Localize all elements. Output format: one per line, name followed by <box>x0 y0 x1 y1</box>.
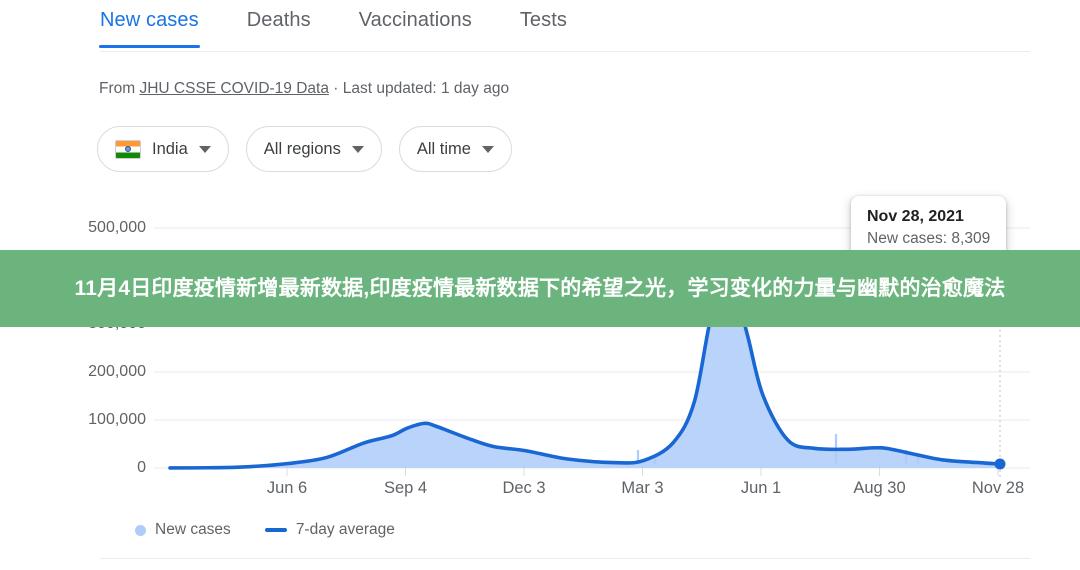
x-axis-tick-label: Jun 1 <box>741 479 781 498</box>
y-axis-tick-label: 500,000 <box>0 219 146 237</box>
y-axis-tick-label: 0 <box>0 459 146 477</box>
x-axis-tick-label: Nov 28 <box>972 479 1024 498</box>
tab-new-cases[interactable]: New cases <box>100 0 199 32</box>
chevron-down-icon <box>482 146 494 153</box>
metric-tabs: New cases Deaths Vaccinations Tests <box>100 0 1030 56</box>
tab-vaccinations[interactable]: Vaccinations <box>359 0 472 32</box>
legend-label-7-day-average: 7-day average <box>296 521 395 539</box>
tab-tests-label: Tests <box>520 9 567 31</box>
tabs-divider <box>100 51 1030 52</box>
x-axis-tick-label: Jun 6 <box>267 479 307 498</box>
chart-legend: New cases 7-day average <box>135 521 395 539</box>
x-axis-tick-label: Sep 4 <box>384 479 427 498</box>
filter-chips: India All regions All time <box>97 126 512 172</box>
y-axis-tick-label: 100,000 <box>0 411 146 429</box>
legend-item-new-cases[interactable]: New cases <box>135 521 231 539</box>
country-filter-chip[interactable]: India <box>97 126 229 172</box>
legend-line-icon <box>265 528 287 532</box>
source-link[interactable]: JHU CSSE COVID-19 Data <box>139 80 329 97</box>
time-filter-chip[interactable]: All time <box>399 126 512 172</box>
tab-new-cases-label: New cases <box>100 9 199 31</box>
x-axis-tick-label: Aug 30 <box>853 479 905 498</box>
tooltip-date: Nov 28, 2021 <box>867 208 990 226</box>
x-axis-tick-label: Mar 3 <box>621 479 663 498</box>
overlay-banner: 11月4日印度疫情新增最新数据,印度疫情最新数据下的希望之光，学习变化的力量与幽… <box>0 250 1080 327</box>
chevron-down-icon <box>352 146 364 153</box>
covid-stats-panel: New cases Deaths Vaccinations Tests From… <box>0 0 1080 570</box>
x-axis-tick-label: Dec 3 <box>502 479 545 498</box>
tooltip-value: New cases: 8,309 <box>867 230 990 248</box>
legend-label-new-cases: New cases <box>155 521 231 539</box>
tab-deaths[interactable]: Deaths <box>247 0 311 32</box>
legend-item-7-day-average[interactable]: 7-day average <box>265 521 395 539</box>
y-axis-tick-label: 200,000 <box>0 363 146 381</box>
country-filter-label: India <box>152 140 188 159</box>
region-filter-chip[interactable]: All regions <box>246 126 382 172</box>
source-attribution: From JHU CSSE COVID-19 Data · Last updat… <box>99 80 509 98</box>
tab-vaccinations-label: Vaccinations <box>359 9 472 31</box>
bottom-divider <box>100 558 1030 559</box>
tab-tests[interactable]: Tests <box>520 0 567 32</box>
time-filter-label: All time <box>417 140 471 159</box>
source-suffix: · Last updated: 1 day ago <box>329 80 509 97</box>
region-filter-label: All regions <box>264 140 341 159</box>
overlay-banner-text: 11月4日印度疫情新增最新数据,印度疫情最新数据下的希望之光，学习变化的力量与幽… <box>40 272 1040 305</box>
chevron-down-icon <box>199 146 211 153</box>
source-prefix: From <box>99 80 139 97</box>
tab-deaths-label: Deaths <box>247 9 311 31</box>
india-flag-icon <box>115 140 141 159</box>
legend-dot-icon <box>135 525 146 536</box>
